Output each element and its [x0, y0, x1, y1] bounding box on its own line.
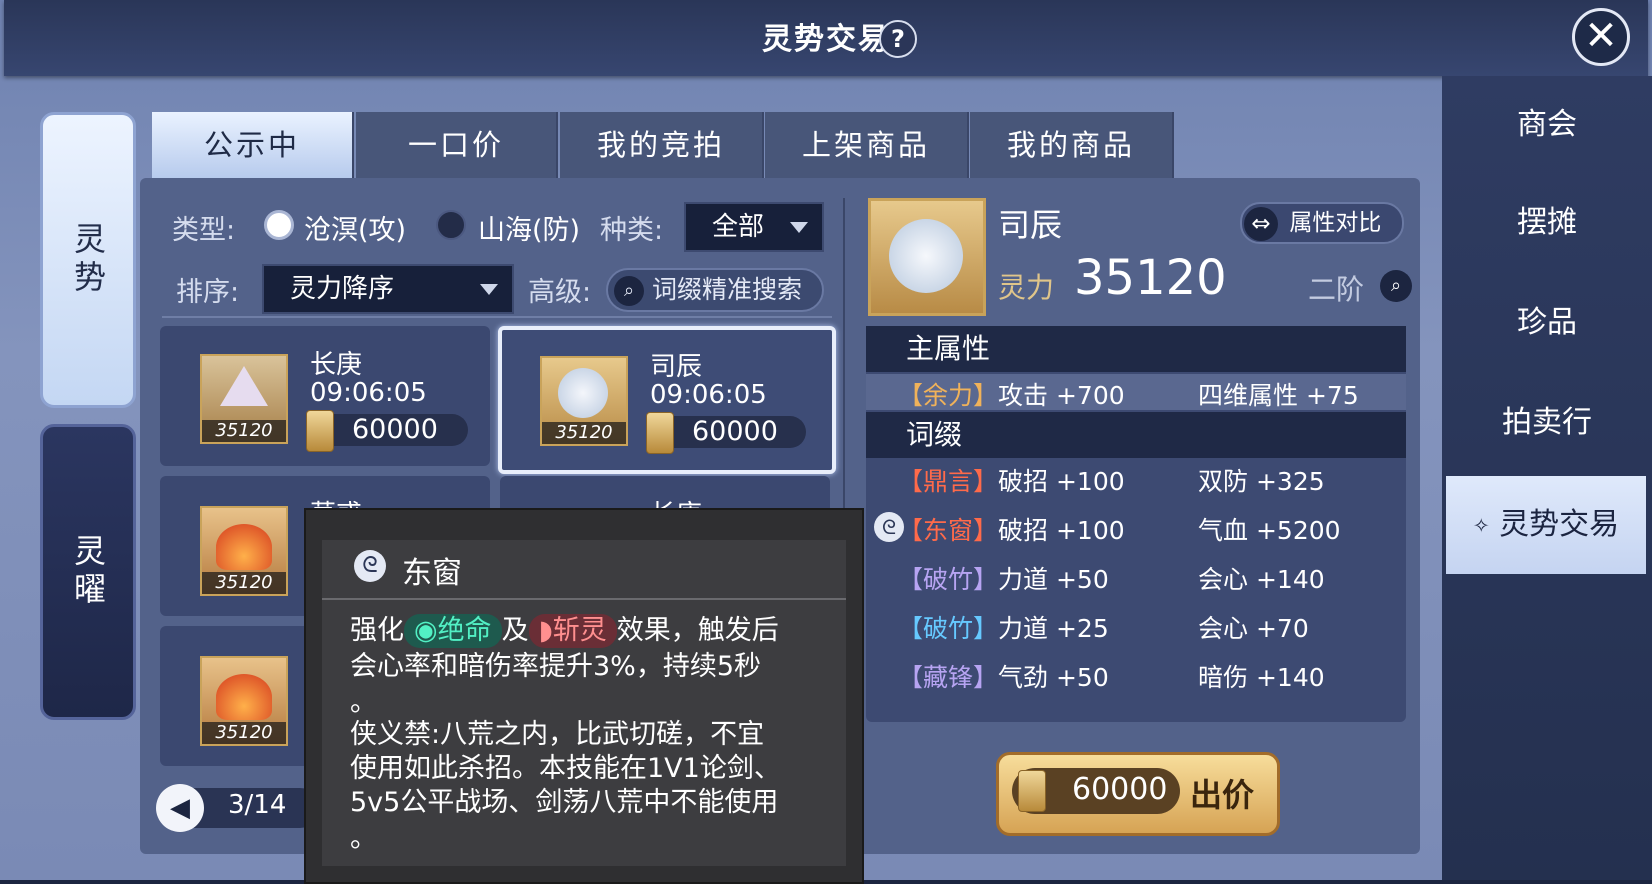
nav-item-baitan[interactable]: 摆摊	[1442, 174, 1652, 272]
affix-search-button[interactable]: ⌕ 词缀精准搜索	[606, 268, 824, 312]
item-name: 长庚	[310, 350, 363, 380]
compare-label: 属性对比	[1289, 210, 1382, 236]
tooltip-line: 。	[350, 687, 377, 718]
main-attr-row: 【余力】攻击 +700	[898, 381, 1125, 410]
divider	[322, 598, 846, 600]
bid-label: 出价	[1190, 776, 1255, 814]
kind-dropdown[interactable]: 全部	[684, 202, 824, 252]
skill-tag-zhanling: ◗斩灵	[528, 614, 617, 648]
left-tab-label: 灵曜	[69, 534, 107, 610]
left-tab-lingyao[interactable]: 灵曜	[40, 424, 136, 720]
affix-row-right: 气血 +5200	[1198, 516, 1341, 545]
nav-item-zhenpin[interactable]: 珍品	[1442, 274, 1652, 372]
main-attr-header: 主属性	[866, 326, 1406, 372]
listing-card[interactable]: 35120 长庚 09:06:05 60000	[160, 326, 490, 466]
item-power: 35120	[202, 420, 286, 442]
tooltip-line: 会心率和暗伤率提升3%，持续5秒	[350, 651, 762, 682]
affix-row-right: 暗伤 +140	[1198, 663, 1325, 692]
currency-scroll-icon	[306, 410, 334, 452]
swap-arrows-icon: ⇔	[1244, 206, 1278, 241]
item-icon: 35120	[200, 354, 288, 444]
item-time: 09:06:05	[650, 380, 767, 410]
affix-row: 【东窗】破招 +100	[898, 516, 1125, 545]
left-tab-lingshi[interactable]: 灵势	[40, 112, 136, 408]
tab-yikoujia[interactable]: 一口价	[356, 112, 558, 178]
item-power: 35120	[202, 572, 286, 594]
tab-wode-jingpai[interactable]: 我的竞拍	[560, 112, 764, 178]
tooltip-line: 强化 ◉绝命及 ◗斩灵 效果，触发后	[350, 614, 779, 648]
type-attack-label: 沧溟(攻)	[304, 215, 407, 246]
nav-item-shanghui[interactable]: 商会	[1442, 76, 1652, 174]
affix-row-right: 会心 +140	[1198, 565, 1325, 594]
tooltip-title: 东窗	[402, 556, 462, 591]
wave-emblem-icon	[558, 368, 608, 418]
kind-value: 全部	[712, 212, 765, 242]
item-icon: 35120	[200, 656, 288, 746]
radio-defense[interactable]	[436, 210, 466, 240]
tier-label: 二阶	[1308, 273, 1365, 306]
item-power: 35120	[542, 422, 626, 444]
nav-item-label: 灵势交易	[1499, 507, 1620, 542]
search-label: 词缀精准搜索	[651, 275, 802, 304]
diamond-icon: ✧	[1472, 513, 1490, 538]
tier-search-icon[interactable]: ⌕	[1380, 270, 1412, 302]
compare-button[interactable]: ⇔ 属性对比	[1240, 202, 1404, 244]
affix-row: 【藏锋】气劲 +50	[898, 663, 1109, 692]
caret-down-icon	[790, 222, 808, 233]
flame-emblem-icon	[216, 524, 272, 570]
search-icon: ⌕	[614, 276, 644, 306]
detail-item-icon	[868, 198, 986, 316]
affix-row: 【破竹】力道 +25	[898, 614, 1109, 643]
power-value: 35120	[1074, 250, 1227, 306]
advanced-label: 高级:	[528, 277, 592, 308]
caret-down-icon	[480, 284, 498, 295]
bid-price: 60000	[1072, 772, 1168, 807]
left-tab-label: 灵势	[69, 222, 107, 298]
detail-name: 司辰	[998, 206, 1063, 244]
affix-row: 【破竹】力道 +50	[898, 565, 1109, 594]
tab-gongshi[interactable]: 公示中	[152, 112, 354, 178]
currency-scroll-icon	[646, 412, 674, 454]
tooltip-line: 。	[350, 823, 377, 854]
divider	[162, 316, 832, 318]
tab-wode-shangpin[interactable]: 我的商品	[970, 112, 1174, 178]
currency-scroll-icon	[1018, 770, 1046, 812]
skill-tag-jueming: ◉绝命	[404, 614, 502, 648]
type-label: 类型:	[172, 215, 236, 246]
sort-label: 排序:	[176, 277, 240, 308]
affix-row: 【鼎言】破招 +100	[898, 467, 1125, 496]
nav-item-paimaihang[interactable]: 拍卖行	[1442, 374, 1652, 472]
affix-row-right: 双防 +325	[1198, 467, 1325, 496]
flame-emblem-icon	[216, 674, 272, 720]
listing-card-selected[interactable]: 35120 司辰 09:06:05 60000	[498, 326, 836, 474]
item-name: 司辰	[650, 352, 703, 382]
item-icon: 35120	[540, 356, 628, 446]
kind-label: 种类:	[600, 215, 664, 246]
power-label: 灵力	[998, 271, 1055, 304]
radio-attack[interactable]	[264, 210, 294, 240]
help-button[interactable]: ?	[879, 20, 917, 58]
item-power: 35120	[202, 722, 286, 744]
window-title: 灵势交易	[762, 22, 890, 57]
main-attr-row-right: 四维属性 +75	[1198, 381, 1359, 410]
tooltip-line: 侠义禁:八荒之内，比武切磋，不宜	[350, 719, 765, 750]
tooltip-line: 使用如此杀招。本技能在1V1论剑、	[350, 753, 781, 784]
sort-value: 灵力降序	[290, 274, 395, 304]
triangle-emblem-icon	[220, 366, 268, 406]
affix-row-right: 会心 +70	[1198, 614, 1309, 643]
prev-page-button[interactable]: ◀	[156, 784, 204, 832]
item-icon: 35120	[200, 506, 288, 596]
nav-item-lingshi-jiaoyi[interactable]: ✧ 灵势交易	[1446, 476, 1646, 574]
item-time: 09:06:05	[310, 378, 427, 408]
sort-dropdown[interactable]: 灵力降序	[262, 264, 514, 314]
close-button[interactable]: ✕	[1572, 8, 1630, 66]
type-defense-label: 山海(防)	[478, 215, 581, 246]
skill-swirl-icon: ᘓ	[354, 550, 386, 582]
tooltip-line: 5v5公平战场、剑荡八荒中不能使用	[350, 787, 779, 818]
page-indicator: 3/14	[228, 790, 287, 820]
wave-emblem-icon	[889, 219, 963, 293]
tab-shangjia[interactable]: 上架商品	[765, 112, 969, 178]
affix-header: 词缀	[866, 412, 1406, 458]
